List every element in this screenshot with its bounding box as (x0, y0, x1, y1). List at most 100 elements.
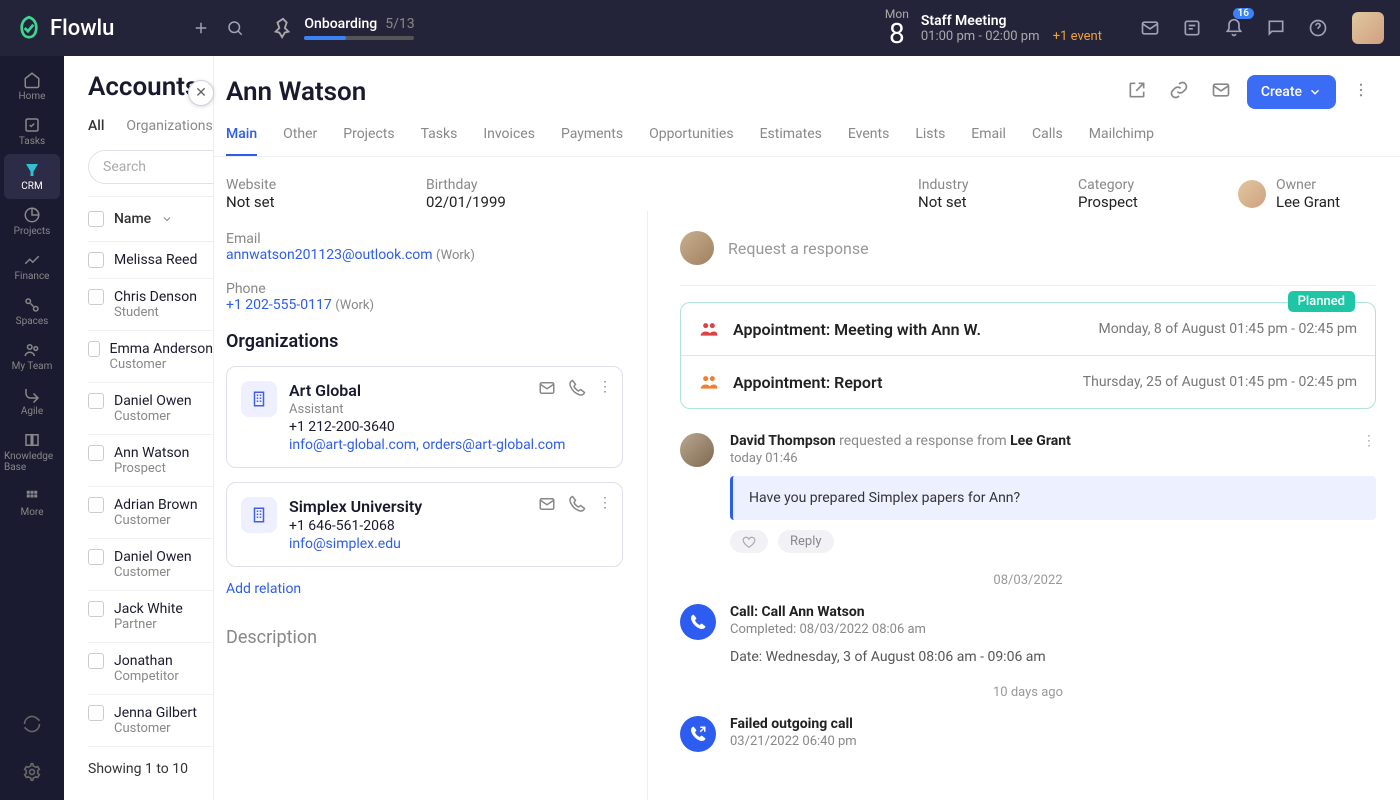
list-item[interactable]: Ann WatsonProspect (88, 435, 213, 487)
help-icon[interactable] (1300, 10, 1336, 46)
tab-opportunities[interactable]: Opportunities (649, 126, 734, 156)
tab-projects[interactable]: Projects (343, 126, 394, 156)
row-checkbox[interactable] (88, 497, 104, 513)
planned-item[interactable]: Appointment: Report Thursday, 25 of Augu… (681, 355, 1375, 408)
row-checkbox[interactable] (88, 252, 104, 268)
tab-invoices[interactable]: Invoices (483, 126, 535, 156)
list-item[interactable]: Adrian BrownCustomer (88, 487, 213, 539)
bell-icon[interactable]: 16 (1216, 10, 1252, 46)
org-more-icon[interactable]: ⋮ (598, 495, 612, 517)
tab-other[interactable]: Other (283, 126, 317, 156)
calendar-widget[interactable]: Mon 8 Staff Meeting 01:00 pm - 02:00 pm … (885, 8, 1102, 48)
col-name[interactable]: Name (114, 211, 151, 227)
org-call-icon[interactable] (568, 379, 586, 401)
org-emails[interactable]: info@simplex.edu (289, 536, 608, 552)
close-panel-button[interactable]: ✕ (188, 80, 214, 106)
inbox-icon[interactable] (1132, 10, 1168, 46)
row-checkbox[interactable] (88, 393, 104, 409)
onboarding-widget[interactable]: Onboarding 5/13 (272, 16, 414, 40)
website-label: Website (226, 177, 326, 193)
tab-email[interactable]: Email (971, 126, 1006, 156)
tab-calls[interactable]: Calls (1032, 126, 1063, 156)
add-icon[interactable] (184, 11, 218, 45)
sidebar-item-kb[interactable]: Knowledge Base (4, 424, 60, 480)
contact-name: Jenna Gilbert (114, 705, 197, 721)
response-input[interactable]: Request a response (728, 239, 869, 258)
create-button[interactable]: Create (1247, 75, 1336, 109)
org-card[interactable]: Simplex University+1 646-561-2068info@si… (226, 482, 623, 567)
sidebar-item-projects[interactable]: Projects (4, 199, 60, 244)
search-input[interactable]: Search (88, 150, 214, 184)
select-all-checkbox[interactable] (88, 211, 104, 227)
row-checkbox[interactable] (88, 705, 104, 721)
planned-item[interactable]: Appointment: Meeting with Ann W. Monday,… (681, 303, 1375, 355)
row-checkbox[interactable] (88, 549, 104, 565)
email-value[interactable]: annwatson201123@outlook.com (226, 247, 433, 263)
people-icon (699, 319, 719, 339)
sidebar-item-more[interactable]: More (4, 480, 60, 525)
chat-icon[interactable] (1258, 10, 1294, 46)
tab-mailchimp[interactable]: Mailchimp (1089, 126, 1154, 156)
table-header: Name (88, 196, 213, 242)
tab-payments[interactable]: Payments (561, 126, 623, 156)
org-card[interactable]: Art GlobalAssistant+1 212-200-3640info@a… (226, 366, 623, 468)
add-relation-link[interactable]: Add relation (226, 581, 301, 597)
list-item[interactable]: Melissa Reed (88, 242, 213, 279)
org-role: Assistant (289, 402, 608, 417)
like-button[interactable] (730, 530, 768, 553)
activity-item: ⋮ David Thompson requested a response fr… (680, 433, 1376, 553)
row-checkbox[interactable] (88, 341, 100, 357)
org-mail-icon[interactable] (538, 379, 556, 401)
link-icon[interactable] (1163, 74, 1195, 110)
row-checkbox[interactable] (88, 445, 104, 461)
more-icon[interactable] (1346, 75, 1376, 109)
sidebar-item-agile[interactable]: Agile (4, 379, 60, 424)
planned-box: Planned Appointment: Meeting with Ann W.… (680, 302, 1376, 409)
date-separator: 10 days ago (680, 685, 1376, 700)
contact-name: Daniel Owen (114, 549, 192, 565)
tab-lists[interactable]: Lists (915, 126, 945, 156)
mail-icon[interactable] (1205, 74, 1237, 110)
list-item[interactable]: Jack WhitePartner (88, 591, 213, 643)
tab-events[interactable]: Events (848, 126, 889, 156)
list-item[interactable]: Daniel OwenCustomer (88, 539, 213, 591)
list-item[interactable]: Jenna GilbertCustomer (88, 695, 213, 747)
tab-estimates[interactable]: Estimates (760, 126, 822, 156)
sidebar-refresh-icon[interactable] (14, 706, 50, 742)
list-item[interactable]: JonathanCompetitor (88, 643, 213, 695)
row-checkbox[interactable] (88, 289, 104, 305)
activity-more-icon[interactable]: ⋮ (1362, 433, 1376, 449)
org-call-icon[interactable] (568, 495, 586, 517)
sidebar-item-finance[interactable]: Finance (4, 244, 60, 289)
planned-badge: Planned (1288, 291, 1355, 312)
owner-avatar[interactable] (1238, 180, 1266, 208)
user-avatar[interactable] (1352, 12, 1384, 44)
sidebar-item-tasks[interactable]: Tasks (4, 109, 60, 154)
sidebar-item-spaces[interactable]: Spaces (4, 289, 60, 334)
search-icon[interactable] (218, 11, 252, 45)
org-emails[interactable]: info@art-global.com, orders@art-global.c… (289, 437, 608, 453)
list-item[interactable]: Emma AndersonCustomer (88, 331, 213, 383)
tab-tasks[interactable]: Tasks (421, 126, 458, 156)
accounts-tab-all[interactable]: All (88, 118, 104, 134)
sidebar-settings-icon[interactable] (14, 754, 50, 790)
open-external-icon[interactable] (1121, 74, 1153, 110)
sidebar-item-crm[interactable]: CRM (4, 154, 60, 199)
notes-icon[interactable] (1174, 10, 1210, 46)
org-more-icon[interactable]: ⋮ (598, 379, 612, 401)
logo[interactable]: Flowlu (16, 15, 114, 41)
contact-name: Adrian Brown (114, 497, 198, 513)
sidebar-item-team[interactable]: My Team (4, 334, 60, 379)
activity-avatar[interactable] (680, 433, 714, 467)
list-item[interactable]: Chris DensonStudent (88, 279, 213, 331)
phone-value[interactable]: +1 202-555-0117 (226, 297, 332, 313)
tab-main[interactable]: Main (226, 126, 257, 156)
list-item[interactable]: Daniel OwenCustomer (88, 383, 213, 435)
current-user-avatar (680, 231, 714, 265)
row-checkbox[interactable] (88, 601, 104, 617)
reply-button[interactable]: Reply (778, 530, 834, 553)
sidebar-item-home[interactable]: Home (4, 64, 60, 109)
accounts-tab-orgs[interactable]: Organizations (126, 118, 212, 134)
row-checkbox[interactable] (88, 653, 104, 669)
org-mail-icon[interactable] (538, 495, 556, 517)
